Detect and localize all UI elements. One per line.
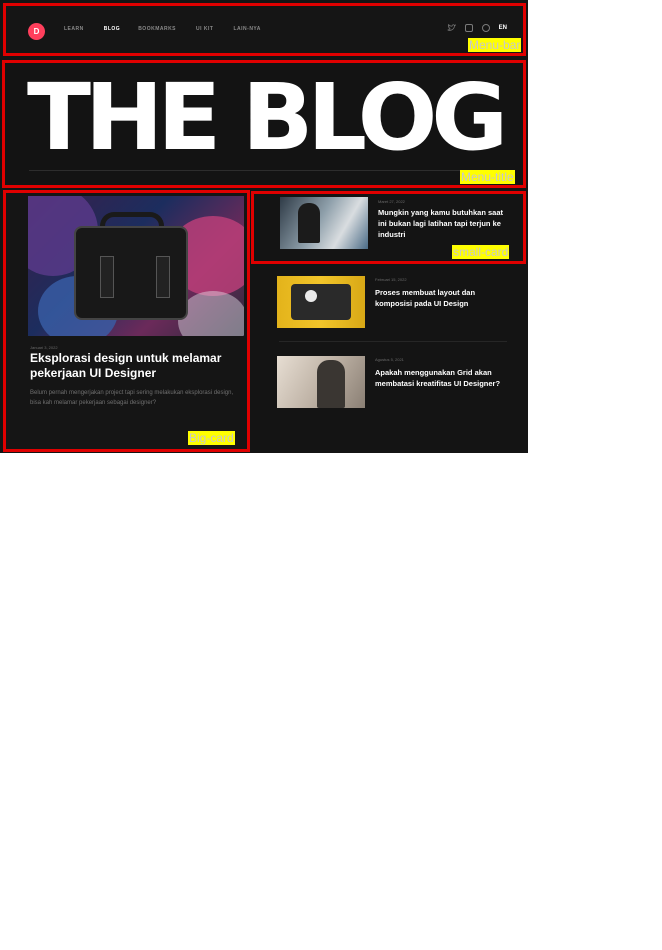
big-card[interactable]: Januari 3, 2022 Eksplorasi design untuk … — [3, 190, 250, 452]
annotation-label-small-card: small-card — [452, 245, 510, 259]
blog-screenshot: D LEARN BLOG BOOKMARKS UI KIT LAIN-NYA E… — [0, 0, 528, 453]
small-card-date: Maret 27, 2022 — [378, 199, 405, 204]
small-card-image — [277, 356, 365, 408]
main-nav: LEARN BLOG BOOKMARKS UI KIT LAIN-NYA — [64, 26, 261, 32]
small-card-date: Agustus 5, 2021 — [375, 357, 404, 362]
language-switch[interactable]: EN — [499, 25, 507, 31]
nav-item-lain-nya[interactable]: LAIN-NYA — [233, 26, 260, 32]
small-card-title[interactable]: Apakah menggunakan Grid akan membatasi k… — [375, 367, 510, 389]
nav-item-ui-kit[interactable]: UI KIT — [196, 26, 213, 32]
twitter-icon[interactable] — [446, 24, 456, 32]
bag-illustration — [74, 226, 188, 320]
nav-item-learn[interactable]: LEARN — [64, 26, 84, 32]
big-card-date: Januari 3, 2022 — [30, 345, 58, 350]
annotation-label-menu-title: Menu-title — [460, 170, 515, 184]
annotation-label-menu-bar: Menu-bar — [468, 38, 522, 52]
bag-strap — [156, 256, 170, 298]
instagram-icon[interactable] — [464, 24, 473, 32]
big-card-title[interactable]: Eksplorasi design untuk melamar pekerjaa… — [30, 351, 236, 381]
small-card-date: Februari 15, 2022 — [375, 277, 407, 282]
person-silhouette — [298, 203, 320, 243]
title-divider — [29, 170, 505, 171]
menu-title: THE BLOG — [2, 60, 526, 188]
small-card-title[interactable]: Mungkin yang kamu butuhkan saat ini buka… — [378, 207, 513, 240]
bag-strap — [100, 256, 114, 298]
nav-item-bookmarks[interactable]: BOOKMARKS — [138, 26, 176, 32]
person-silhouette — [317, 360, 345, 408]
robot-joint — [305, 290, 317, 302]
small-card[interactable]: Februari 15, 2022 Proses membuat layout … — [251, 266, 526, 344]
page-title: THE BLOG — [27, 64, 508, 171]
small-card-title[interactable]: Proses membuat layout dan komposisi pada… — [375, 287, 510, 309]
menu-bar: D LEARN BLOG BOOKMARKS UI KIT LAIN-NYA E… — [3, 3, 526, 56]
social-icons: EN — [446, 24, 507, 32]
big-card-image — [28, 196, 244, 336]
big-card-description: Belum pernah mengerjakan project tapi se… — [30, 390, 234, 406]
small-card-image — [280, 197, 368, 249]
robot-illustration — [291, 284, 351, 320]
logo[interactable]: D — [28, 23, 45, 40]
small-card-image — [277, 276, 365, 328]
card-divider — [279, 341, 507, 342]
small-card[interactable]: Agustus 5, 2021 Apakah menggunakan Grid … — [251, 346, 526, 424]
nav-item-blog[interactable]: BLOG — [104, 26, 120, 32]
dribbble-icon[interactable] — [481, 24, 490, 32]
annotation-label-big-card: Big-card — [188, 431, 235, 445]
